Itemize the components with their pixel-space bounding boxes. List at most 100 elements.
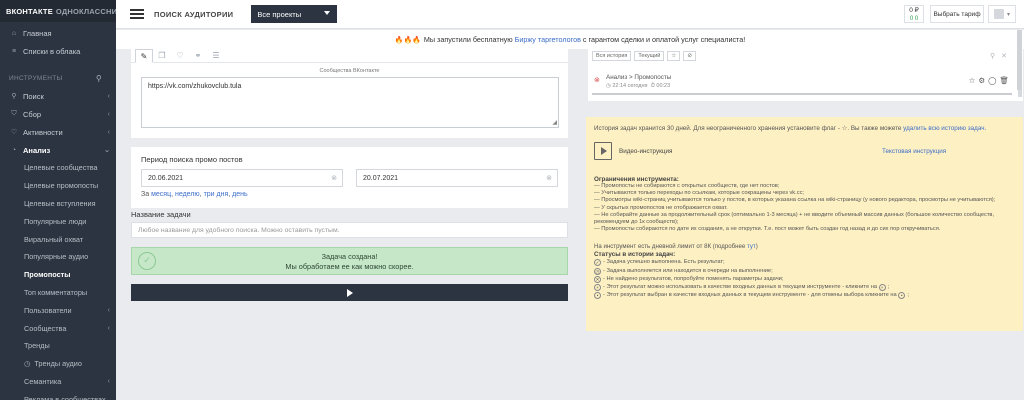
trash-icon[interactable]: 🗑: [999, 76, 1012, 85]
select-icon: +: [878, 284, 886, 292]
sidebar-item-search[interactable]: ⚲ Поиск ‹: [0, 87, 116, 105]
balance-sub: 0 0: [909, 16, 919, 22]
page-scrollbar[interactable]: [1017, 30, 1022, 90]
menu-icon[interactable]: [130, 9, 144, 19]
choose-tariff-button[interactable]: Выбрать тариф: [930, 5, 984, 23]
brand-logo[interactable]: ВКОНТАКТЕ ОДНОКЛАССНИКИ: [0, 0, 127, 22]
sidebar-sub-viral-reach[interactable]: Виральный охват: [0, 230, 116, 248]
period-day-link[interactable]: день: [232, 191, 248, 198]
period-three-days-link[interactable]: три дня: [204, 191, 229, 198]
limits-title: Ограничения инструмента:: [594, 176, 679, 183]
status-error-icon: ⊗: [594, 77, 600, 84]
sidebar-sub-communities[interactable]: Сообщества ‹: [0, 319, 116, 337]
period-week-link[interactable]: неделю: [175, 191, 200, 198]
user-menu-button[interactable]: ▾: [988, 5, 1016, 23]
communities-textarea[interactable]: https://vk.com/zhukovclub.tula ◢: [141, 77, 559, 128]
top-bar: ПОИСК АУДИТОРИИ Все проекты 0 ₽ 0 0 Выбр…: [116, 0, 1024, 29]
sidebar-sub-trends[interactable]: Тренды: [0, 337, 116, 355]
status-legend-item: ✕ - Не найдено результатов, попробуйте по…: [594, 275, 1015, 283]
delete-history-link[interactable]: удалить всю историю задач.: [903, 125, 986, 132]
sidebar-sub-trends-audio[interactable]: ◷ Тренды аудио: [0, 355, 116, 373]
edit-icon[interactable]: ✎: [135, 49, 153, 63]
history-tools: ⚲✕: [990, 52, 1013, 60]
status-legend-text: - Задача выполняется или находится в оче…: [603, 267, 773, 274]
text-instruction-link[interactable]: Текстовая инструкция: [882, 148, 946, 155]
quick-period-links: За месяц, неделю, три дня, день: [141, 191, 248, 198]
task-name-label: Название задачи: [131, 210, 191, 219]
sidebar-sub-users[interactable]: Пользователи ‹: [0, 301, 116, 319]
clear-icon[interactable]: ⊗: [331, 174, 337, 182]
status-legend-text: - Задача успешно выполнена. Есть результ…: [603, 259, 725, 266]
task-form-card: ✎ ❐ ♡ ⚭ ☰ Сообщества ВКонтакте https://v…: [131, 49, 568, 208]
heart-icon: ♡: [10, 129, 18, 136]
section-divider: [131, 138, 568, 147]
sidebar-sub-popular-people[interactable]: Популярные люди: [0, 212, 116, 230]
database-icon[interactable]: ☰: [207, 49, 225, 63]
filter-all-history[interactable]: Вся история: [592, 51, 632, 61]
balance-widget[interactable]: 0 ₽ 0 0: [904, 5, 924, 23]
date-to-input[interactable]: 20.07.2021 ⊗: [356, 169, 558, 187]
sidebar-sub-promoposts[interactable]: Промопосты: [0, 266, 116, 284]
settings-icon[interactable]: ⚙: [978, 76, 988, 85]
announcement-bar: 🔥🔥🔥 Мы запустили бесплатную Биржу таргет…: [116, 30, 1024, 49]
copy-icon[interactable]: ❐: [153, 49, 171, 63]
pie-chart-icon: ◔: [11, 146, 17, 154]
daily-limit-link[interactable]: тут: [747, 243, 756, 250]
search-icon[interactable]: ⚲: [96, 74, 102, 83]
date-from-input[interactable]: 20.06.2021 ⊗: [141, 169, 343, 187]
sidebar-item-collect[interactable]: ⛉ Сбор ‹: [0, 105, 116, 123]
statuses-title: Статусы в истории задач:: [594, 251, 676, 259]
sidebar-item-home[interactable]: ⌂ Главная: [0, 24, 116, 42]
freelance-exchange-link[interactable]: Биржу таргетологов: [515, 35, 581, 44]
filter-current[interactable]: Текущий: [634, 51, 665, 61]
link-icon[interactable]: ⚭: [189, 49, 207, 63]
comment-icon[interactable]: ◯: [988, 76, 999, 85]
sidebar-sub-community-ads[interactable]: Реклама в сообществах: [0, 390, 116, 400]
history-item-title: Анализ > Промопосты: [606, 74, 672, 81]
sidebar-sub-target-communities[interactable]: Целевые сообщества: [0, 159, 116, 177]
history-item-duration: 00:23: [656, 83, 671, 89]
sidebar: ВКОНТАКТЕ ОДНОКЛАССНИКИ ⌂ Главная ≡ Спис…: [0, 0, 127, 400]
period-label: Период поиска промо постов: [141, 155, 243, 164]
heart-icon[interactable]: ♡: [171, 49, 189, 63]
status-selected-icon: •: [594, 292, 601, 300]
period-month-link[interactable]: месяц: [151, 191, 171, 198]
success-message: Мы обработаем ее как можно скорее.: [285, 262, 414, 271]
video-instruction-link[interactable]: Видео-инструкция: [619, 148, 672, 155]
close-icon[interactable]: ✕: [1001, 53, 1013, 60]
field-title: Сообщества ВКонтакте: [319, 68, 380, 74]
history-item[interactable]: ⊗ Анализ > Промопосты ◷ 22:14 сегодня ⏱ …: [592, 72, 1012, 92]
clear-icon[interactable]: ⊗: [546, 174, 552, 182]
notice-text-after: с гарантом сделки и оплатой услуг специа…: [582, 35, 746, 44]
sidebar-sub-target-joins[interactable]: Целевые вступления: [0, 195, 116, 213]
task-name-input[interactable]: Любое название для удобного поиска. Можн…: [131, 222, 568, 238]
sidebar-sub-semantics[interactable]: Семантика ‹: [0, 373, 116, 391]
chevron-left-icon: ‹: [107, 306, 110, 314]
video-icon[interactable]: [594, 142, 612, 160]
limit-item: — Просмотры wiki-страниц учитываются тол…: [594, 197, 996, 204]
sidebar-item-analysis[interactable]: ◔ Анализ ⌄: [0, 141, 116, 159]
limit-item: — У скрытых промопостов не отображается …: [594, 204, 728, 211]
section-label: ИНСТРУМЕНТЫ: [9, 74, 63, 82]
project-select[interactable]: Все проекты: [251, 5, 338, 23]
fire-icon: 🔥🔥🔥: [394, 36, 421, 44]
run-task-button[interactable]: [131, 284, 568, 301]
status-legend-item: ◷ - Задача выполняется или находится в оч…: [594, 267, 1015, 275]
sidebar-sub-popular-audio[interactable]: Популярные аудио: [0, 248, 116, 266]
sidebar-sub-target-promoposts[interactable]: Целевые промопосты: [0, 177, 116, 195]
search-icon: ⚲: [11, 93, 17, 100]
daily-limit-text: На инструмент есть дневной лимит от 8К (…: [594, 243, 746, 251]
resize-handle-icon[interactable]: ◢: [552, 119, 557, 126]
filter-starred[interactable]: ☆: [667, 51, 681, 61]
filter-blocked[interactable]: ⊘: [683, 51, 696, 61]
brand-vk[interactable]: ВКОНТАКТЕ: [6, 7, 53, 16]
search-icon[interactable]: ⚲: [990, 53, 1001, 60]
sidebar-item-cloud-lists[interactable]: ≡ Списки в облака: [0, 42, 116, 60]
sidebar-sub-top-commenters[interactable]: Топ комментаторы: [0, 284, 116, 302]
star-icon[interactable]: ☆: [969, 76, 979, 85]
sidebar-item-activities[interactable]: ♡ Активности ‹: [0, 123, 116, 141]
home-icon: ⌂: [11, 29, 17, 37]
status-legend-item: ✓ - Задача успешно выполнена. Есть резуль…: [594, 258, 1015, 267]
date-range: 20.06.2021 ⊗ 20.07.2021 ⊗: [131, 169, 568, 187]
sidebar-item-label: Списки в облака: [23, 46, 81, 56]
